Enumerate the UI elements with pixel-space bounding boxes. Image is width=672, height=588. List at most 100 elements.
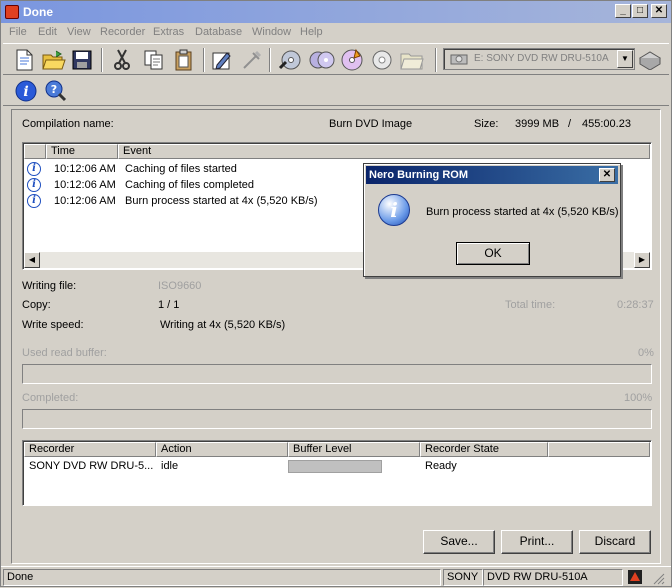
main-toolbar: E: SONY DVD RW DRU-510A ▼	[3, 43, 669, 75]
log-column-icon[interactable]	[24, 144, 46, 159]
used-read-buffer-label: Used read buffer:	[22, 347, 107, 359]
maximize-button[interactable]: □	[632, 4, 648, 18]
open-folder-icon[interactable]	[41, 47, 67, 73]
drive-icon	[450, 52, 468, 69]
recorder-action: idle	[161, 460, 179, 472]
dialog-message: Burn process started at 4x (5,520 KB/s)	[426, 206, 619, 218]
completed-label: Completed:	[22, 392, 79, 404]
menu-file[interactable]: File	[9, 26, 27, 38]
info-icon: i	[27, 178, 41, 192]
compilation-name-value: Burn DVD Image	[329, 118, 413, 130]
dialog-title-bar[interactable]: Nero Burning ROM ✕	[366, 166, 618, 184]
compilation-name-label: Compilation name:	[22, 118, 114, 130]
size-mb-value: 3999 MB	[515, 118, 560, 130]
menu-extras[interactable]: Extras	[153, 26, 184, 38]
total-time-label: Total time:	[505, 299, 556, 311]
menu-window[interactable]: Window	[252, 26, 291, 38]
scroll-right-icon[interactable]: ▶	[634, 252, 650, 268]
log-event: Caching of files started	[125, 163, 237, 175]
drive-status-icon[interactable]	[637, 47, 663, 73]
save-disk-icon[interactable]	[69, 47, 95, 73]
copy-disc-icon[interactable]	[309, 47, 335, 73]
save-button[interactable]: Save...	[423, 530, 495, 554]
write-speed-label: Write speed:	[22, 319, 84, 331]
info-icon[interactable]: i	[13, 78, 39, 104]
log-event: Burn process started at 4x (5,520 KB/s)	[125, 195, 318, 207]
eject-disc-icon[interactable]	[369, 47, 395, 73]
buffer-level-bar	[288, 460, 382, 473]
recorder-list[interactable]: Recorder Action Buffer Level Recorder St…	[22, 440, 652, 506]
status-drive-vendor: SONY	[443, 569, 483, 586]
copy-icon[interactable]	[141, 47, 167, 73]
log-time: 10:12:06 AM	[54, 195, 116, 207]
burn-disc-icon[interactable]	[339, 47, 365, 73]
discard-button[interactable]: Discard	[579, 530, 651, 554]
browse-folder-icon	[399, 47, 425, 73]
copy-value: 1 / 1	[158, 299, 180, 311]
resize-grip-icon[interactable]	[651, 571, 665, 588]
write-speed-value: Writing at 4x (5,520 KB/s)	[160, 319, 286, 331]
menu-bar: File Edit View Recorder Extras Database …	[1, 23, 671, 43]
new-document-icon[interactable]	[11, 47, 37, 73]
dialog-title: Nero Burning ROM	[369, 169, 468, 181]
recorder-column-buffer-level[interactable]: Buffer Level	[288, 442, 420, 457]
recorder-disc-icon[interactable]	[277, 47, 303, 73]
menu-database[interactable]: Database	[195, 26, 242, 38]
writing-file-value: ISO9660	[158, 280, 202, 292]
drive-select[interactable]: E: SONY DVD RW DRU-510A ▼	[443, 48, 635, 70]
menu-help[interactable]: Help	[300, 26, 323, 38]
completed-percent: 100%	[624, 392, 653, 404]
recorder-column-state[interactable]: Recorder State	[420, 442, 548, 457]
recorder-row[interactable]: SONY DVD RW DRU-5... idle Ready	[24, 458, 650, 474]
help-search-icon[interactable]: ?	[43, 78, 69, 104]
writing-file-label: Writing file:	[22, 280, 77, 292]
log-column-event[interactable]: Event	[118, 144, 650, 159]
burn-wizard-icon	[239, 47, 265, 73]
log-time: 10:12:06 AM	[54, 179, 116, 191]
window-title: Done	[23, 5, 53, 19]
minimize-button[interactable]: _	[615, 4, 631, 18]
info-icon: i	[27, 194, 41, 208]
info-icon: i	[378, 194, 410, 226]
recorder-state: Ready	[425, 460, 457, 472]
close-button[interactable]: ✕	[651, 4, 667, 18]
svg-text:?: ?	[51, 83, 57, 96]
cut-scissors-icon[interactable]	[109, 47, 135, 73]
paste-clipboard-icon[interactable]	[171, 47, 197, 73]
completed-progress-bar	[22, 409, 652, 429]
print-button[interactable]: Print...	[501, 530, 573, 554]
log-event: Caching of files completed	[125, 179, 255, 191]
scroll-left-icon[interactable]: ◀	[24, 252, 40, 268]
recorder-column-filler	[548, 442, 650, 457]
recorder-column-action[interactable]: Action	[156, 442, 288, 457]
recorder-name: SONY DVD RW DRU-5...	[29, 460, 154, 472]
log-column-time[interactable]: Time	[46, 144, 118, 159]
chevron-down-icon[interactable]: ▼	[617, 50, 633, 68]
copy-label: Copy:	[22, 299, 51, 311]
title-bar[interactable]: Done _ □ ✕	[1, 1, 671, 23]
status-bar: Done SONY DVD RW DRU-510A	[1, 566, 671, 586]
used-read-buffer-percent: 0%	[638, 347, 654, 359]
nero-tray-icon	[627, 569, 643, 588]
edit-compilation-icon[interactable]	[209, 47, 235, 73]
menu-recorder[interactable]: Recorder	[100, 26, 145, 38]
dialog-ok-button[interactable]: OK	[456, 242, 530, 265]
size-separator: /	[568, 118, 572, 130]
log-time: 10:12:06 AM	[54, 163, 116, 175]
total-time-value: 0:28:37	[617, 299, 654, 311]
dialog-close-button[interactable]: ✕	[599, 168, 615, 182]
size-time-value: 455:00.23	[582, 118, 631, 130]
status-drive-model: DVD RW DRU-510A	[483, 569, 623, 586]
size-label: Size:	[474, 118, 499, 130]
drive-select-value: E: SONY DVD RW DRU-510A	[474, 53, 609, 64]
message-dialog: Nero Burning ROM ✕ i Burn process starte…	[363, 163, 621, 277]
used-read-buffer-bar	[22, 364, 652, 384]
recorder-column-recorder[interactable]: Recorder	[24, 442, 156, 457]
info-icon: i	[27, 162, 41, 176]
menu-view[interactable]: View	[67, 26, 91, 38]
main-window: Done _ □ ✕ File Edit View Recorder Extra…	[0, 0, 672, 587]
status-text: Done	[3, 569, 441, 586]
menu-edit[interactable]: Edit	[38, 26, 57, 38]
svg-text:i: i	[23, 84, 28, 100]
help-toolbar: i ?	[3, 76, 669, 106]
